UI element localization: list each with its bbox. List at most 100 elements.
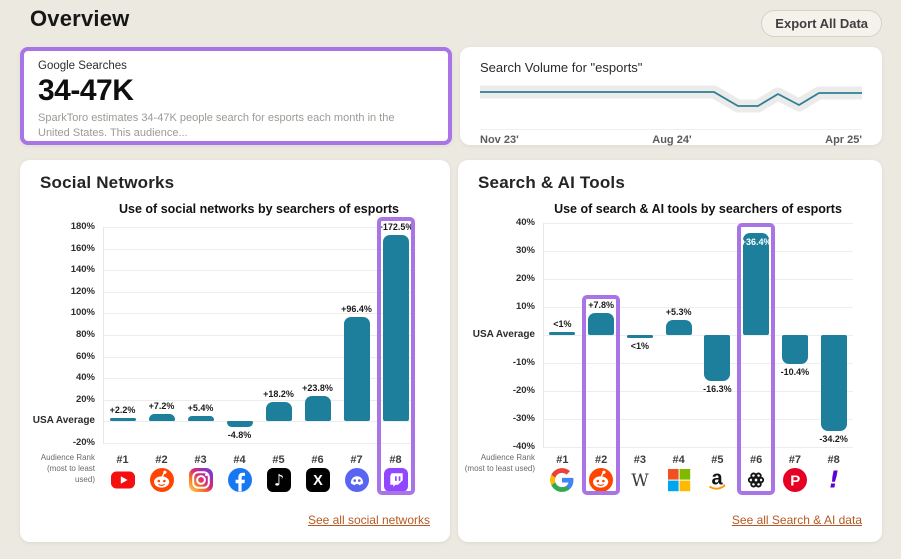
rank-label: #4 [233, 454, 246, 466]
bar-yahoo[interactable] [820, 335, 847, 431]
y-axis-tick: 30% [515, 245, 535, 256]
y-axis-tick: 120% [70, 285, 95, 297]
gridline [103, 270, 415, 272]
y-axis-tick: 100% [70, 307, 95, 319]
wikipedia-icon: W [627, 467, 653, 493]
google-searches-description: SparkToro estimates 34-47K people search… [38, 112, 395, 139]
bar-instagram[interactable] [187, 415, 214, 422]
y-axis-tick: 10% [515, 301, 535, 312]
bar-value-label: +5.4% [187, 402, 214, 413]
bar-x[interactable] [304, 395, 331, 422]
bar-discord[interactable] [343, 317, 370, 422]
rank-label: #2 [155, 454, 168, 466]
bar-value-label: -4.8% [227, 429, 252, 440]
bar-pinterest[interactable] [781, 335, 808, 365]
page-title: Overview [30, 6, 130, 31]
search-volume-sparkline [480, 85, 862, 113]
y-axis-tick: 140% [70, 264, 95, 276]
tiktok-icon: ♪ [266, 467, 292, 493]
bar-value-label: +5.3% [665, 307, 692, 318]
rank-label: #7 [350, 454, 363, 466]
y-axis-line [543, 223, 544, 447]
rank-label: #3 [633, 454, 646, 466]
highlight-box [582, 295, 621, 495]
bar-youtube[interactable] [109, 418, 136, 422]
bar-reddit[interactable] [148, 413, 175, 422]
discord-icon [344, 467, 370, 493]
highlight-box [376, 217, 415, 495]
search-ai-tools-chart: Use of search & AI tools by searchers of… [458, 160, 882, 542]
highlight-box [737, 223, 776, 495]
overview-page: Overview Export All Data Google Searches… [0, 0, 901, 559]
rank-label: #4 [672, 454, 685, 466]
search-volume-title: Search Volume for "esports" [480, 60, 643, 75]
instagram-icon [188, 467, 214, 493]
rank-label: #8 [827, 454, 840, 466]
google-icon [549, 467, 575, 493]
bar-amazon[interactable] [704, 335, 731, 381]
search-volume-card: Search Volume for "esports" Nov 23' Aug … [460, 47, 882, 146]
bar-microsoft[interactable] [665, 320, 692, 335]
bar-google[interactable] [549, 332, 576, 335]
y-axis-tick: 40% [75, 372, 95, 384]
google-searches-value: 34-47K [38, 74, 134, 107]
google-searches-label: Google Searches [38, 60, 127, 72]
date-label-end: Apr 25' [825, 134, 862, 146]
pinterest-icon: P [782, 467, 808, 493]
bar-wikipedia[interactable] [626, 335, 653, 338]
y-axis-tick: -10% [512, 357, 535, 368]
y-axis-tick: 40% [515, 217, 535, 228]
bar-tiktok[interactable] [265, 401, 292, 422]
audience-rank-label: Audience Rank (most to least used) [464, 453, 535, 473]
amazon-icon: a [704, 467, 730, 493]
audience-rank-label: Audience Rank (most to least used) [40, 453, 95, 484]
see-all-social-networks-link[interactable]: See all social networks [308, 513, 430, 527]
y-axis-tick: -40% [512, 441, 535, 452]
social-networks-card: Social Networks Use of social networks b… [20, 160, 450, 542]
sparkline-date-axis: Nov 23' Aug 24' Apr 25' [480, 129, 862, 146]
gridline [103, 248, 415, 250]
x-icon: X [305, 467, 331, 493]
sparkline-band [480, 85, 862, 113]
facebook-icon [227, 467, 253, 493]
svg-text:P: P [790, 473, 800, 490]
export-all-data-button[interactable]: Export All Data [761, 10, 882, 37]
y-axis-tick: -30% [512, 413, 535, 424]
gridline [103, 291, 415, 293]
svg-text:!: ! [828, 468, 839, 494]
social-networks-chart: Use of social networks by searchers of e… [20, 160, 450, 542]
rank-label: #5 [711, 454, 724, 466]
y-axis-tick: 60% [75, 350, 95, 362]
svg-text:X: X [313, 473, 323, 489]
reddit-icon [149, 467, 175, 493]
yahoo-icon: ! [821, 467, 847, 494]
rank-label: #1 [556, 454, 569, 466]
search-ai-tools-card: Search & AI Tools Use of search & AI too… [458, 160, 882, 542]
svg-text:W: W [631, 471, 649, 491]
gridline [103, 421, 415, 423]
svg-text:a: a [712, 468, 724, 490]
y-axis-tick: 80% [75, 329, 95, 340]
y-axis-tick: 20% [75, 393, 95, 405]
see-all-search-ai-data-link[interactable]: See all Search & AI data [732, 513, 862, 527]
y-axis-tick: -20% [512, 385, 535, 396]
rank-label: #6 [311, 454, 324, 466]
rank-label: #5 [272, 454, 285, 466]
bar-value-label: +23.8% [302, 382, 333, 393]
gridline [543, 223, 853, 224]
rank-label: #7 [788, 454, 801, 466]
chart-title: Use of social networks by searchers of e… [119, 202, 399, 216]
youtube-icon [110, 467, 136, 493]
gridline [543, 251, 853, 252]
microsoft-icon [666, 467, 692, 493]
y-axis-tick: -20% [72, 437, 95, 448]
bar-facebook[interactable] [226, 421, 253, 427]
rank-label: #3 [194, 454, 207, 466]
rank-label: #1 [116, 454, 129, 466]
y-axis-tick: 160% [70, 242, 95, 254]
svg-text:♪: ♪ [273, 471, 283, 490]
y-axis-tick: 180% [70, 221, 95, 232]
google-searches-card: Google Searches 34-47K SparkToro estimat… [20, 47, 452, 145]
usa-average-label: USA Average [32, 415, 95, 427]
y-axis-tick: 20% [515, 273, 535, 284]
